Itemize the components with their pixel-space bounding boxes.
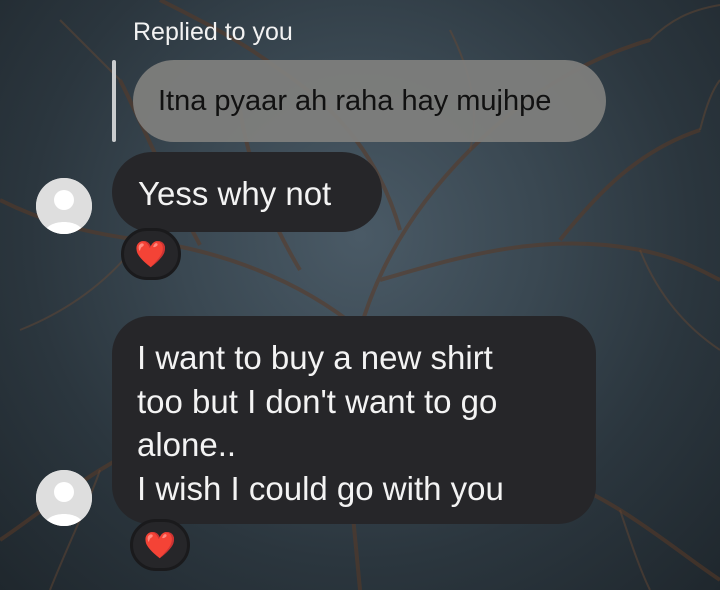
quoted-message-text: Itna pyaar ah raha hay mujhpe	[158, 84, 552, 117]
heart-reaction-badge[interactable]: ❤️	[130, 519, 190, 571]
message-text-line: I wish I could go with you	[137, 469, 504, 507]
heart-reaction-badge[interactable]: ❤️	[121, 228, 181, 280]
message-text: Yess why not	[138, 175, 332, 212]
message-text-line: I want to buy a new shirt	[137, 339, 493, 376]
quoted-message-bubble[interactable]: Itna pyaar ah raha hay mujhpe	[133, 60, 606, 142]
replied-to-you-label: Replied to you	[133, 18, 293, 46]
default-user-avatar-icon	[36, 178, 92, 234]
heart-icon: ❤️	[134, 238, 168, 269]
message-text-line: alone..	[137, 426, 237, 463]
message-bubble[interactable]: Yess why not	[112, 152, 382, 232]
heart-icon: ❤️	[143, 529, 177, 560]
sender-avatar-icon[interactable]	[36, 178, 92, 234]
default-user-avatar-icon	[36, 470, 92, 526]
message-bubble[interactable]: I want to buy a new shirt too but I don'…	[112, 316, 596, 524]
sender-avatar-icon[interactable]	[36, 470, 92, 526]
reply-indicator-bar	[112, 60, 116, 142]
message-text-line: too but I don't want to go	[137, 382, 498, 420]
